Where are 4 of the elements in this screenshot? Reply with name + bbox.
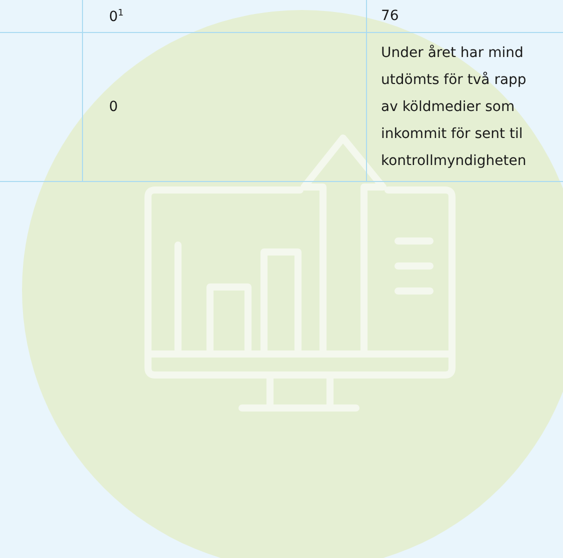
table-cell-text: 0$^{1}$ [109, 9, 124, 26]
table-cell-text: 76 [381, 8, 399, 24]
table-cell-text: 0 [109, 98, 118, 114]
table-cell-text: Under året har mind utdömts för två rapp av köldmedier som inkommit för sent til kontrollmyndigheten [381, 44, 526, 168]
